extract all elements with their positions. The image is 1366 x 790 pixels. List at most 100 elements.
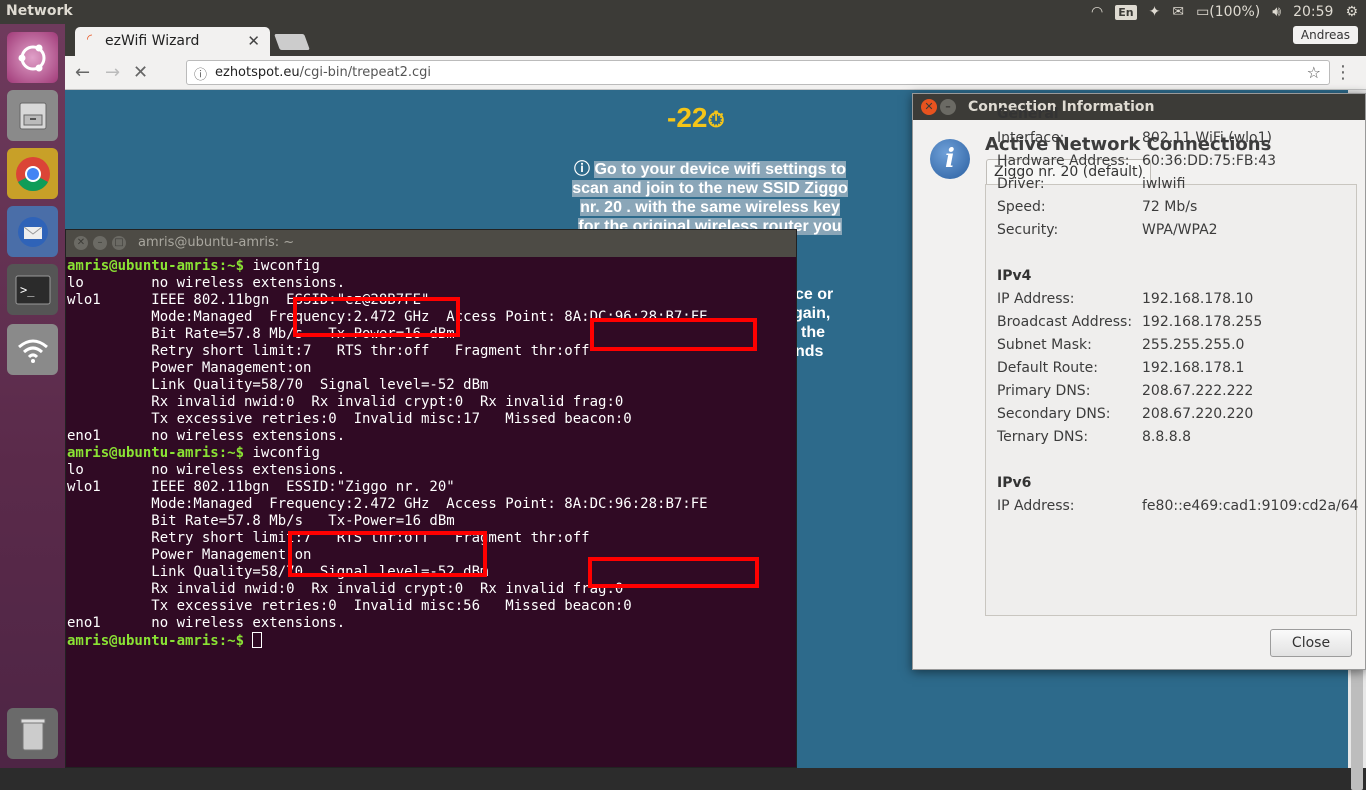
dialog-title: Connection Information — [968, 99, 1155, 115]
tab-ezwifi-wizard[interactable]: ◜ ezWifi Wizard ✕ — [75, 27, 270, 56]
section-heading: General — [997, 106, 1059, 122]
minimize-window-icon[interactable]: – — [940, 99, 956, 115]
chrome-icon[interactable] — [7, 148, 58, 199]
terminal-output-line: lo no wireless extensions. — [67, 275, 346, 291]
command-text: iwconfig — [244, 445, 320, 461]
back-arrow-icon[interactable]: ← — [75, 62, 90, 83]
network-wifi-icon[interactable] — [7, 324, 58, 375]
volume-icon[interactable]: 🔊︎ — [1272, 4, 1281, 20]
tab-strip: ◜ ezWifi Wizard ✕ Andreas — [65, 24, 1366, 56]
terminal-cursor — [252, 632, 263, 648]
shell-prompt: amris@ubuntu-amris:~$ — [67, 445, 245, 461]
detail-label: IP Address: — [997, 291, 1075, 307]
battery-percent: (100%) — [1209, 4, 1261, 20]
terminal-window: ✕ – □ amris@ubuntu-amris: ~ amris@ubuntu… — [65, 229, 797, 768]
detail-label: Primary DNS: — [997, 383, 1091, 399]
info-icon: ⓘ — [573, 161, 590, 178]
terminal-output-line: eno1 no wireless extensions. — [67, 615, 346, 631]
system-tray: ◠ En ✦ ✉ ▭(100%) 🔊︎ 20:59 ⚙ — [1091, 0, 1358, 24]
partially-hidden-text: ce or gain, the nds — [793, 285, 834, 361]
browser-menu-icon[interactable]: ⋮ — [1334, 62, 1352, 83]
command-text: iwconfig — [244, 258, 320, 274]
highlight-box-essid-1 — [293, 297, 460, 337]
tab-close-icon[interactable]: ✕ — [247, 32, 260, 50]
thunderbird-icon[interactable] — [7, 206, 58, 257]
detail-value: 802.11 WiFi (wlo1) — [1142, 130, 1272, 146]
close-window-icon[interactable]: ✕ — [921, 99, 937, 115]
terminal-titlebar: ✕ – □ amris@ubuntu-amris: ~ — [66, 230, 796, 257]
minimize-window-icon[interactable]: – — [93, 236, 107, 250]
terminal-output-line: Mode:Managed Frequency:2.472 GHz Access … — [67, 496, 708, 512]
shell-prompt: amris@ubuntu-amris:~$ — [67, 258, 245, 274]
profile-button[interactable]: Andreas — [1292, 26, 1358, 44]
stopwatch-icon: ⏱︎ — [707, 107, 725, 132]
tab-title: ezWifi Wizard — [105, 33, 200, 49]
bookmark-star-icon[interactable]: ☆ — [1307, 63, 1321, 82]
mail-icon[interactable]: ✉ — [1172, 4, 1184, 20]
new-tab-button[interactable] — [274, 34, 310, 50]
terminal-title: amris@ubuntu-amris: ~ — [138, 235, 295, 250]
text-fragment: ce or — [795, 286, 834, 303]
maximize-window-icon[interactable]: □ — [112, 236, 126, 250]
ubuntu-logo-icon[interactable] — [7, 32, 58, 83]
active-app-name: Network — [6, 3, 73, 19]
connection-details-panel: General Interface: 802.11 WiFi (wlo1) Hardw… — [985, 106, 1359, 616]
terminal-output-line: Power Management:on — [67, 360, 312, 376]
battery-indicator[interactable]: ▭(100%) — [1196, 4, 1260, 20]
browser-toolbar: ← → ✕ ⓘ ezhotspot.eu/cgi-bin/trepeat2.cg… — [65, 56, 1366, 90]
keyboard-layout-indicator[interactable]: En — [1115, 4, 1137, 20]
detail-label: Ternary DNS: — [997, 429, 1089, 445]
detail-value: WPA/WPA2 — [1142, 222, 1218, 238]
detail-label: Subnet Mask: — [997, 337, 1092, 353]
terminal-output-line: Rx invalid nwid:0 Rx invalid crypt:0 Rx … — [67, 394, 624, 410]
detail-value: 8.8.8.8 — [1142, 429, 1191, 445]
instruction-line: nr. 20 . with the same wireless key — [580, 199, 840, 216]
detail-label: Interface: — [997, 130, 1065, 146]
detail-value: iwlwifi — [1142, 176, 1186, 192]
text-fragment: the — [801, 324, 825, 341]
loading-spinner-icon: ◜ — [87, 32, 93, 47]
text-fragment: gain, — [793, 305, 831, 322]
detail-value: 255.255.255.0 — [1142, 337, 1245, 353]
forward-arrow-icon[interactable]: → — [105, 62, 120, 83]
terminal-output-line: Link Quality=58/70 Signal level=-52 dBm — [67, 377, 489, 393]
svg-text:>_: >_ — [20, 283, 35, 297]
highlight-box-ap-2 — [588, 557, 759, 588]
detail-label: Driver: — [997, 176, 1045, 192]
detail-label: Security: — [997, 222, 1059, 238]
launcher: >_ — [0, 24, 65, 768]
countdown-timer: -22⏱︎ — [667, 102, 725, 134]
terminal-icon[interactable]: >_ — [7, 264, 58, 315]
terminal-output-line: Tx excessive retries:0 Invalid misc:56 M… — [67, 598, 632, 614]
stop-loading-icon[interactable]: ✕ — [133, 62, 148, 83]
detail-value: 192.168.178.1 — [1142, 360, 1245, 376]
highlight-box-essid-2 — [288, 531, 487, 577]
detail-value: 192.168.178.255 — [1142, 314, 1263, 330]
instruction-line: scan and join to the new SSID Ziggo — [572, 180, 848, 197]
terminal-prompt-line: amris@ubuntu-amris:~$ iwconfig — [67, 445, 796, 462]
highlight-box-ap-1 — [590, 318, 757, 351]
close-button[interactable]: Close — [1270, 629, 1352, 657]
detail-label: Hardware Address: — [997, 153, 1130, 169]
trash-icon[interactable] — [7, 708, 58, 759]
shell-prompt: amris@ubuntu-amris:~$ — [67, 633, 245, 649]
detail-label: Secondary DNS: — [997, 406, 1111, 422]
detail-value: 72 Mb/s — [1142, 199, 1198, 215]
information-icon: i — [930, 139, 970, 179]
bluetooth-icon[interactable]: ✦ — [1149, 4, 1161, 20]
file-cabinet-icon[interactable] — [7, 90, 58, 141]
address-bar[interactable]: ⓘ ezhotspot.eu/cgi-bin/trepeat2.cgi ☆ — [186, 60, 1330, 85]
wifi-icon[interactable]: ◠ — [1091, 4, 1103, 20]
section-heading: IPv4 — [997, 268, 1032, 284]
info-circle-icon[interactable]: ⓘ — [194, 64, 207, 83]
text-fragment: nds — [795, 343, 824, 360]
terminal-output-line: Bit Rate=57.8 Mb/s Tx-Power=16 dBm — [67, 513, 455, 529]
settings-gear-icon[interactable]: ⚙ — [1345, 4, 1358, 20]
countdown-value: -22 — [667, 102, 708, 133]
detail-label: Broadcast Address: — [997, 314, 1133, 330]
battery-icon: ▭ — [1196, 4, 1210, 20]
detail-value: fe80::e469:cad1:9109:cd2a/64 — [1142, 498, 1359, 514]
clock[interactable]: 20:59 — [1293, 4, 1333, 20]
close-window-icon[interactable]: ✕ — [74, 236, 88, 250]
top-panel: Network ◠ En ✦ ✉ ▭(100%) 🔊︎ 20:59 ⚙ — [0, 0, 1366, 24]
